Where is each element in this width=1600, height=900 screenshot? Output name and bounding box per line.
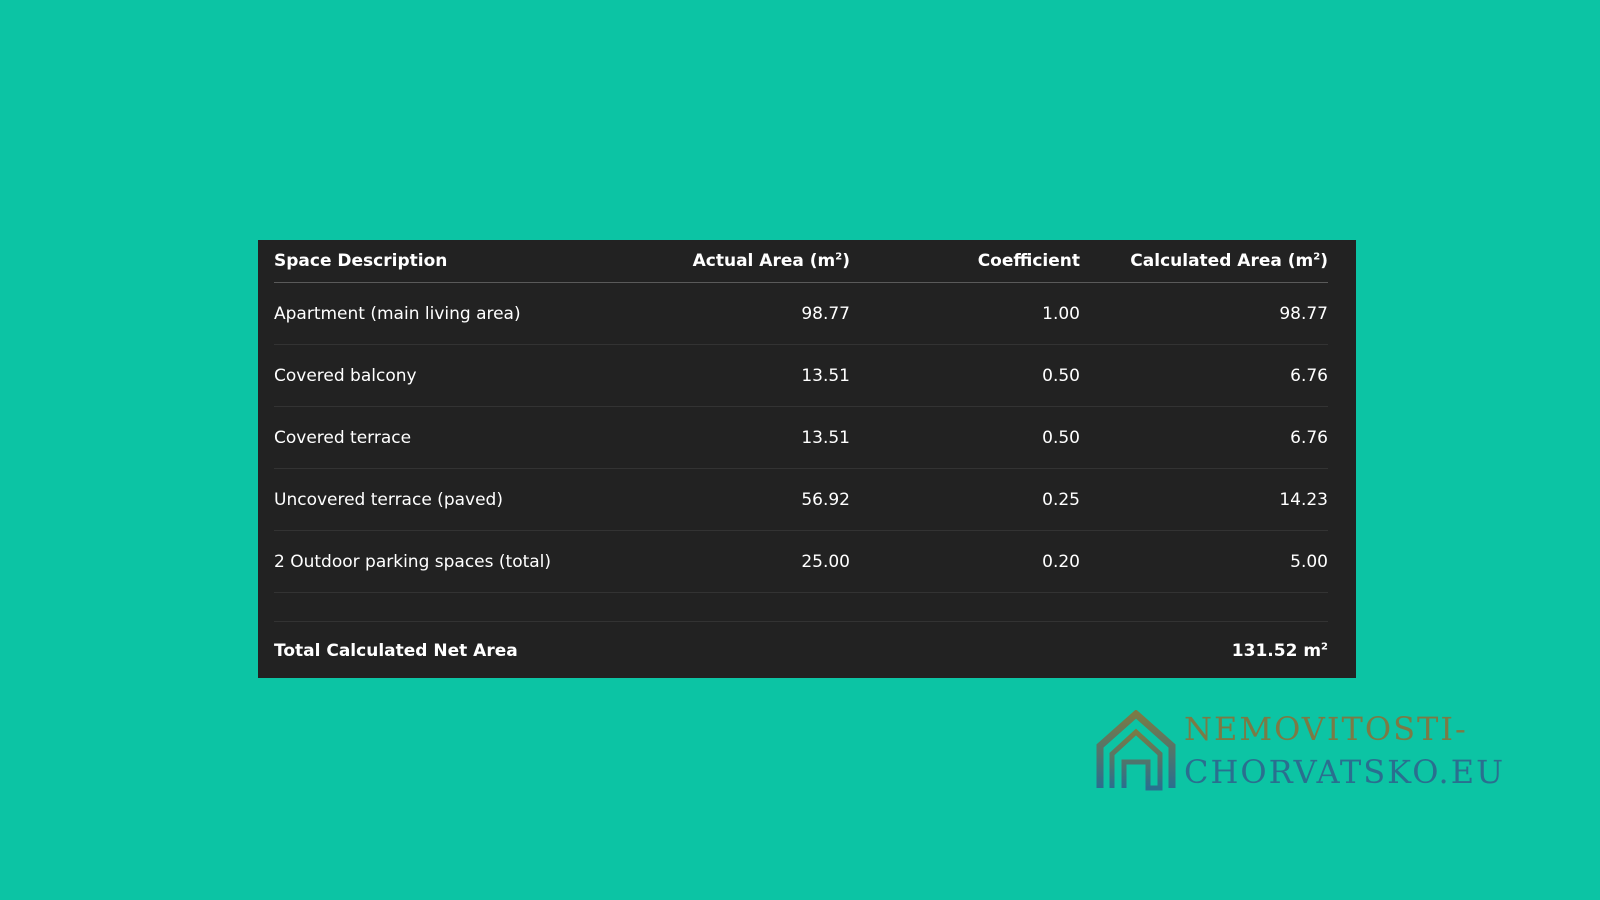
brand-name: NEMOVITOSTI- CHORVATSKO.EU xyxy=(1184,708,1505,794)
row-actual-area: 13.51 xyxy=(630,406,850,469)
spacer-cell xyxy=(850,592,1080,622)
row-actual-area: 25.00 xyxy=(630,530,850,593)
table-header-row: Space Description Actual Area (m2) Coeff… xyxy=(274,240,1328,283)
total-label: Total Calculated Net Area xyxy=(274,641,518,661)
row-calculated-area: 6.76 xyxy=(1080,406,1328,469)
row-description: 2 Outdoor parking spaces (total) xyxy=(274,530,630,593)
table-row: Apartment (main living area) 98.77 1.00 … xyxy=(274,282,1328,345)
row-actual-area: 98.77 xyxy=(630,282,850,345)
header-calculated-area: Calculated Area (m2) xyxy=(1080,240,1328,283)
row-calculated-area: 5.00 xyxy=(1080,530,1328,593)
row-calculated-area: 14.23 xyxy=(1080,468,1328,531)
spacer-cell xyxy=(630,592,850,622)
table-row: Uncovered terrace (paved) 56.92 0.25 14.… xyxy=(274,468,1328,531)
total-empty-cell xyxy=(630,622,850,681)
row-coefficient: 1.00 xyxy=(850,282,1080,345)
table-row: Covered terrace 13.51 0.50 6.76 xyxy=(274,406,1328,469)
header-calculated-area-text: Calculated Area (m xyxy=(1130,251,1314,271)
row-description: Covered terrace xyxy=(274,406,630,469)
brand-logo: NEMOVITOSTI- CHORVATSKO.EU xyxy=(1096,708,1506,794)
table-row: Covered balcony 13.51 0.50 6.76 xyxy=(274,344,1328,407)
row-coefficient: 0.50 xyxy=(850,406,1080,469)
header-space-description-text: Space Description xyxy=(274,251,448,271)
brand-name-line2: CHORVATSKO.EU xyxy=(1184,753,1506,791)
row-coefficient: 0.50 xyxy=(850,344,1080,407)
row-actual-area: 13.51 xyxy=(630,344,850,407)
header-coefficient: Coefficient xyxy=(850,240,1080,283)
area-calculation-table: Space Description Actual Area (m2) Coeff… xyxy=(258,240,1356,678)
spacer-cell xyxy=(274,592,630,622)
house-icon xyxy=(1096,710,1176,791)
row-coefficient: 0.20 xyxy=(850,530,1080,593)
table-spacer-row xyxy=(274,592,1328,622)
total-value-text: 131.52 m xyxy=(1231,641,1322,661)
row-description: Apartment (main living area) xyxy=(274,282,630,345)
row-calculated-area: 6.76 xyxy=(1080,344,1328,407)
header-actual-area: Actual Area (m2) xyxy=(630,240,850,283)
total-empty-cell xyxy=(850,622,1080,681)
row-actual-area: 56.92 xyxy=(630,468,850,531)
row-coefficient: 0.25 xyxy=(850,468,1080,531)
spacer-cell xyxy=(1080,592,1328,622)
total-value-unit-sup: 2 xyxy=(1321,641,1328,653)
row-description: Uncovered terrace (paved) xyxy=(274,468,630,531)
header-calculated-area-close: ) xyxy=(1320,251,1328,271)
table-total-row: Total Calculated Net Area 131.52 m2 xyxy=(274,622,1328,681)
area-table: Space Description Actual Area (m2) Coeff… xyxy=(274,240,1328,680)
row-description: Covered balcony xyxy=(274,344,630,407)
header-space-description: Space Description xyxy=(274,240,630,283)
header-coefficient-text: Coefficient xyxy=(977,251,1080,271)
total-value: 131.52 m2 xyxy=(1080,622,1328,681)
brand-name-line1: NEMOVITOSTI- xyxy=(1184,710,1468,748)
row-calculated-area: 98.77 xyxy=(1080,282,1328,345)
table-row: 2 Outdoor parking spaces (total) 25.00 0… xyxy=(274,530,1328,593)
header-actual-area-text: Actual Area (m xyxy=(692,251,836,271)
header-actual-area-close: ) xyxy=(842,251,850,271)
